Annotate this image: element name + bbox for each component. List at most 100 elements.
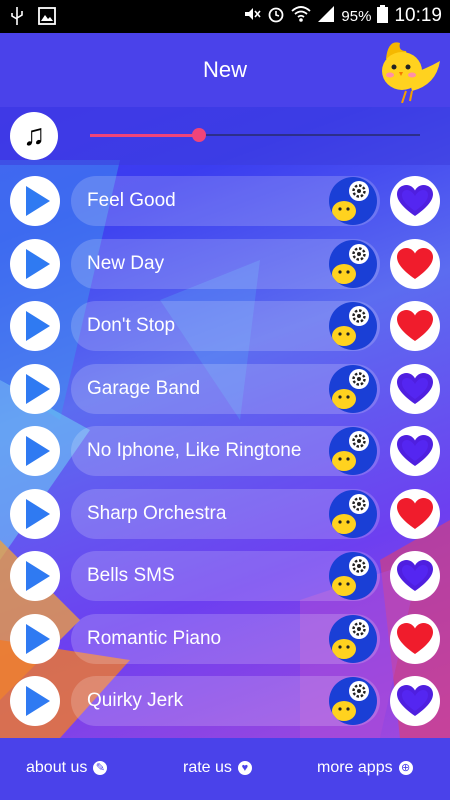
favorite-button[interactable] <box>390 176 440 226</box>
heart-icon <box>397 560 433 591</box>
wifi-icon <box>291 5 312 27</box>
bird-settings-icon <box>332 306 369 346</box>
song-row: Quirky Jerk <box>0 670 450 732</box>
song-row: Romantic Piano <box>0 608 450 670</box>
song-item[interactable]: Don't Stop <box>71 301 380 351</box>
song-item[interactable]: No Iphone, Like Ringtone <box>71 426 380 476</box>
play-button[interactable] <box>10 176 60 226</box>
battery-icon <box>377 5 389 27</box>
song-row: No Iphone, Like Ringtone <box>0 420 450 482</box>
play-icon <box>26 248 50 279</box>
song-row: Sharp Orchestra <box>0 483 450 545</box>
usb-icon <box>10 7 24 30</box>
set-ringtone-button[interactable] <box>329 427 377 475</box>
heart-icon <box>397 435 433 466</box>
seek-bar-progress <box>90 134 199 137</box>
play-button[interactable] <box>10 676 60 726</box>
rate-us-label: rate us <box>183 759 232 776</box>
set-ringtone-button[interactable] <box>329 239 377 288</box>
battery-percent: 95% <box>341 7 372 25</box>
play-button[interactable] <box>10 238 60 289</box>
favorite-button[interactable] <box>390 238 440 289</box>
set-ringtone-button[interactable] <box>329 677 377 725</box>
play-icon <box>26 186 50 216</box>
song-title: Feel Good <box>87 190 176 211</box>
song-title: New Day <box>87 252 165 274</box>
bird-settings-icon <box>332 556 369 596</box>
heart-icon <box>397 247 433 279</box>
song-item[interactable]: Sharp Orchestra <box>71 488 380 539</box>
play-button[interactable] <box>10 426 60 476</box>
song-item[interactable]: Bells SMS <box>71 551 380 601</box>
heart-small-icon: ♥ <box>237 761 252 775</box>
seek-bar[interactable] <box>90 128 420 142</box>
heart-icon <box>397 310 433 341</box>
signal-icon <box>317 5 335 27</box>
play-icon <box>26 311 50 341</box>
song-row: Feel Good <box>0 170 450 232</box>
image-icon <box>38 7 56 30</box>
heart-icon <box>397 685 433 716</box>
song-title: Bells SMS <box>87 565 175 586</box>
play-icon <box>26 373 50 404</box>
more-apps-button[interactable]: more apps ⊕ <box>317 759 413 777</box>
favorite-button[interactable] <box>390 301 440 351</box>
song-item[interactable]: Romantic Piano <box>71 613 380 664</box>
rate-us-button[interactable]: rate us ♥ <box>183 759 252 777</box>
bird-settings-icon <box>332 181 369 221</box>
song-title: Quirky Jerk <box>87 690 184 711</box>
play-icon <box>26 686 50 716</box>
bird-settings-icon <box>332 243 369 284</box>
favorite-button[interactable] <box>390 676 440 726</box>
alarm-icon <box>267 5 285 27</box>
play-button[interactable] <box>10 488 60 539</box>
clock: 10:19 <box>394 5 442 26</box>
play-button[interactable] <box>10 301 60 351</box>
bird-settings-icon <box>332 431 369 471</box>
status-bar: 95% 10:19 <box>0 0 450 33</box>
song-title: Romantic Piano <box>87 627 222 649</box>
song-item[interactable]: Garage Band <box>71 363 380 414</box>
about-us-button[interactable]: about us ✎ <box>26 759 108 777</box>
bird-settings-icon <box>332 368 369 409</box>
more-apps-label: more apps <box>317 759 393 776</box>
about-us-label: about us <box>26 759 88 776</box>
heart-icon <box>397 185 433 216</box>
play-icon <box>26 623 50 654</box>
set-ringtone-button[interactable] <box>329 614 377 663</box>
set-ringtone-button[interactable] <box>329 489 377 538</box>
song-title: No Iphone, Like Ringtone <box>87 440 302 461</box>
bird-logo-icon <box>378 39 442 104</box>
play-button[interactable] <box>10 613 60 664</box>
favorite-button[interactable] <box>390 551 440 601</box>
song-row: Don't Stop <box>0 295 450 357</box>
set-ringtone-button[interactable] <box>329 302 377 350</box>
favorite-button[interactable] <box>390 613 440 664</box>
set-ringtone-button[interactable] <box>329 552 377 600</box>
favorite-button[interactable] <box>390 363 440 414</box>
song-item[interactable]: Quirky Jerk <box>71 676 380 726</box>
song-title: Sharp Orchestra <box>87 502 227 524</box>
play-icon <box>26 498 50 529</box>
mute-icon <box>243 5 262 27</box>
favorite-button[interactable] <box>390 426 440 476</box>
set-ringtone-button[interactable] <box>329 364 377 413</box>
play-icon <box>26 561 50 591</box>
app-header: New <box>0 33 450 107</box>
play-button[interactable] <box>10 363 60 414</box>
heart-icon <box>397 497 433 529</box>
song-item[interactable]: New Day <box>71 238 380 289</box>
heart-icon <box>397 622 433 654</box>
music-note-icon[interactable]: ♫ <box>10 112 58 160</box>
song-title: Garage Band <box>87 377 201 399</box>
plus-grid-icon: ⊕ <box>398 761 413 775</box>
song-title: Don't Stop <box>87 315 176 336</box>
favorite-button[interactable] <box>390 488 440 539</box>
set-ringtone-button[interactable] <box>329 177 377 225</box>
bird-settings-icon <box>332 681 369 721</box>
song-row: Bells SMS <box>0 545 450 607</box>
song-item[interactable]: Feel Good <box>71 176 380 226</box>
seek-bar-handle[interactable] <box>191 128 206 142</box>
play-button[interactable] <box>10 551 60 601</box>
bird-settings-icon <box>332 493 369 534</box>
